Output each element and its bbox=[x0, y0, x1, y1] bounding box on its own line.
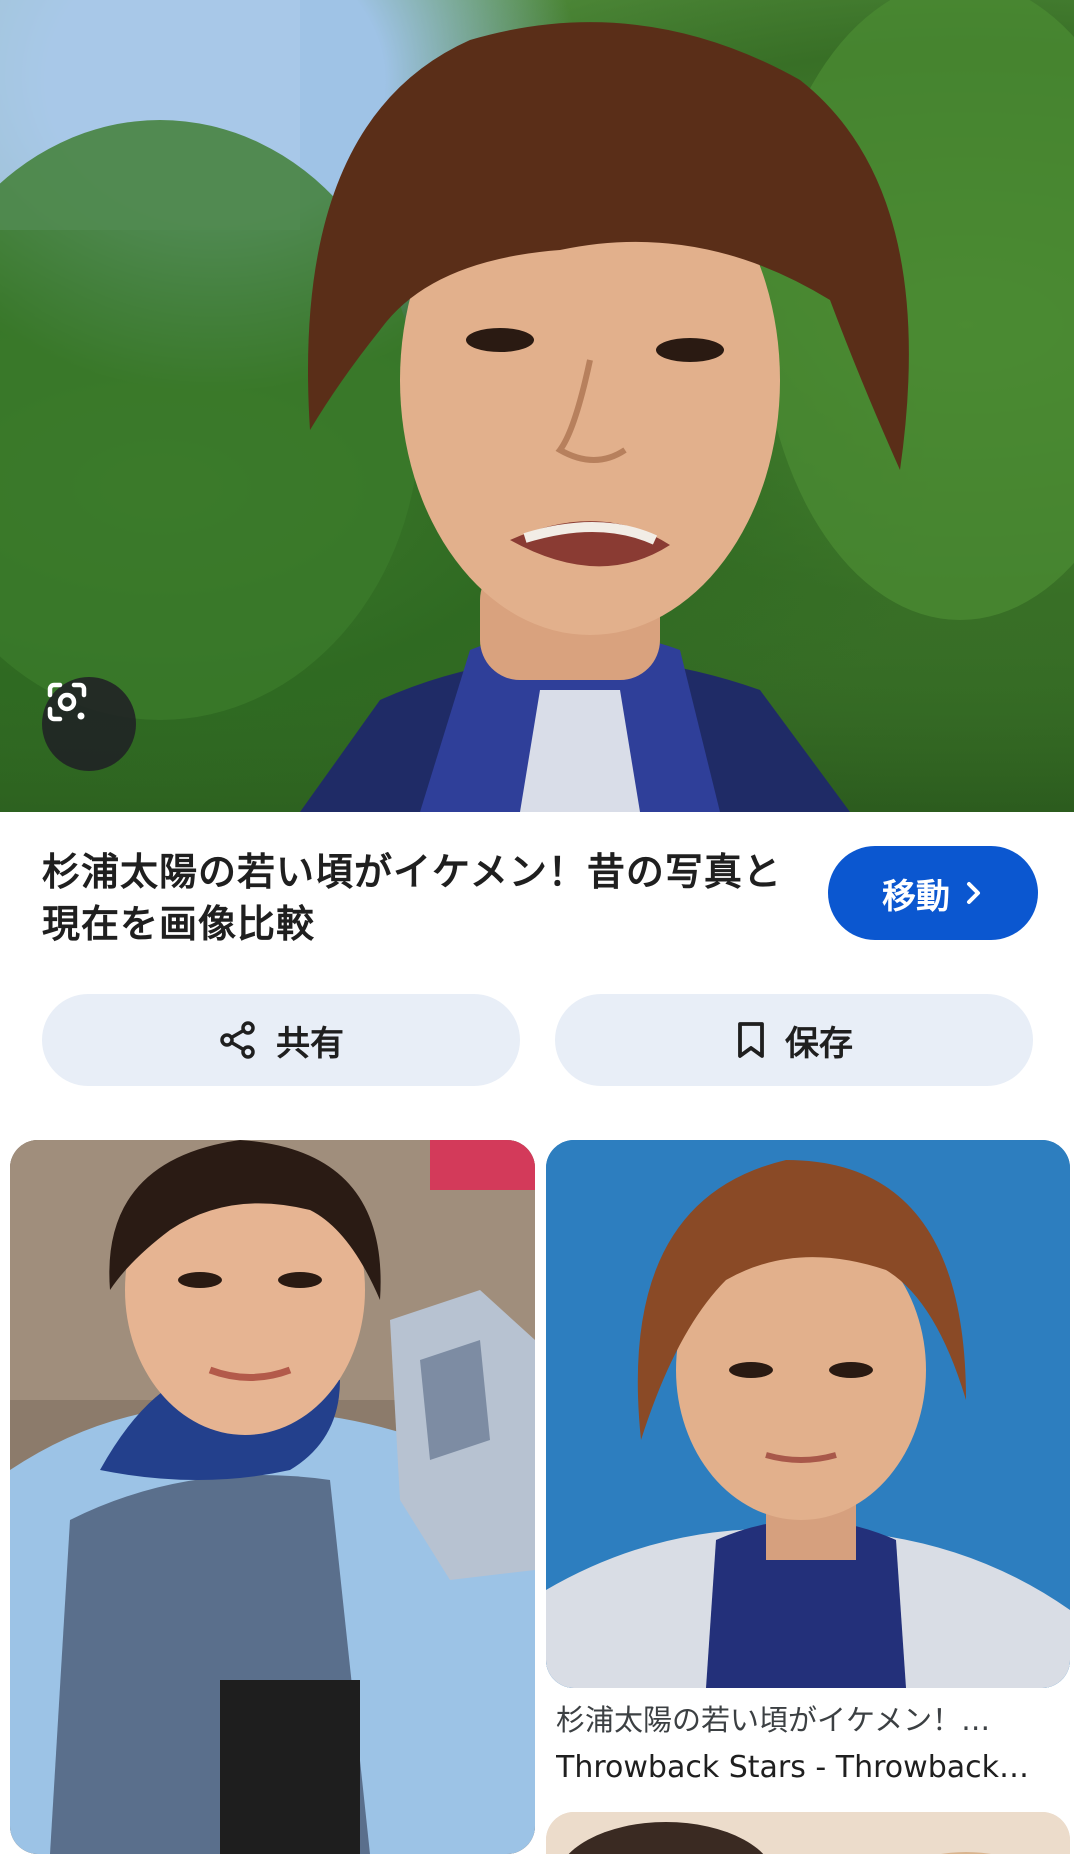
share-button-label: 共有 bbox=[276, 1023, 344, 1064]
save-button-label: 保存 bbox=[785, 1023, 853, 1064]
share-icon bbox=[220, 1021, 255, 1059]
chevron-right-icon bbox=[967, 882, 980, 904]
related-image-2-caption[interactable]: 杉浦太陽の若い頃がイケメン！… bbox=[556, 1700, 1056, 1740]
lens-search-button[interactable] bbox=[42, 677, 136, 771]
save-button[interactable]: 保存 bbox=[555, 994, 1033, 1086]
related-image-2-source[interactable]: Throwback Stars - Throwback… bbox=[556, 1748, 1056, 1788]
visit-button-label: 移動 bbox=[882, 876, 950, 917]
related-image-2-illustration bbox=[546, 1140, 1070, 1688]
bookmark-icon bbox=[738, 1022, 764, 1058]
related-image-3[interactable] bbox=[546, 1812, 1070, 1854]
related-image-1-illustration bbox=[10, 1140, 535, 1854]
main-image[interactable] bbox=[0, 0, 1074, 812]
result-title: 杉浦太陽の若い頃がイケメン！昔の写真と現在を画像比較 bbox=[42, 850, 782, 946]
google-lens-icon bbox=[47, 682, 87, 722]
related-image-1[interactable] bbox=[10, 1140, 535, 1854]
related-image-3-illustration bbox=[546, 1812, 1070, 1854]
share-button[interactable]: 共有 bbox=[42, 994, 520, 1086]
related-image-2[interactable] bbox=[546, 1140, 1070, 1688]
main-image-illustration bbox=[0, 0, 1074, 812]
visit-button[interactable]: 移動 bbox=[828, 846, 1038, 940]
